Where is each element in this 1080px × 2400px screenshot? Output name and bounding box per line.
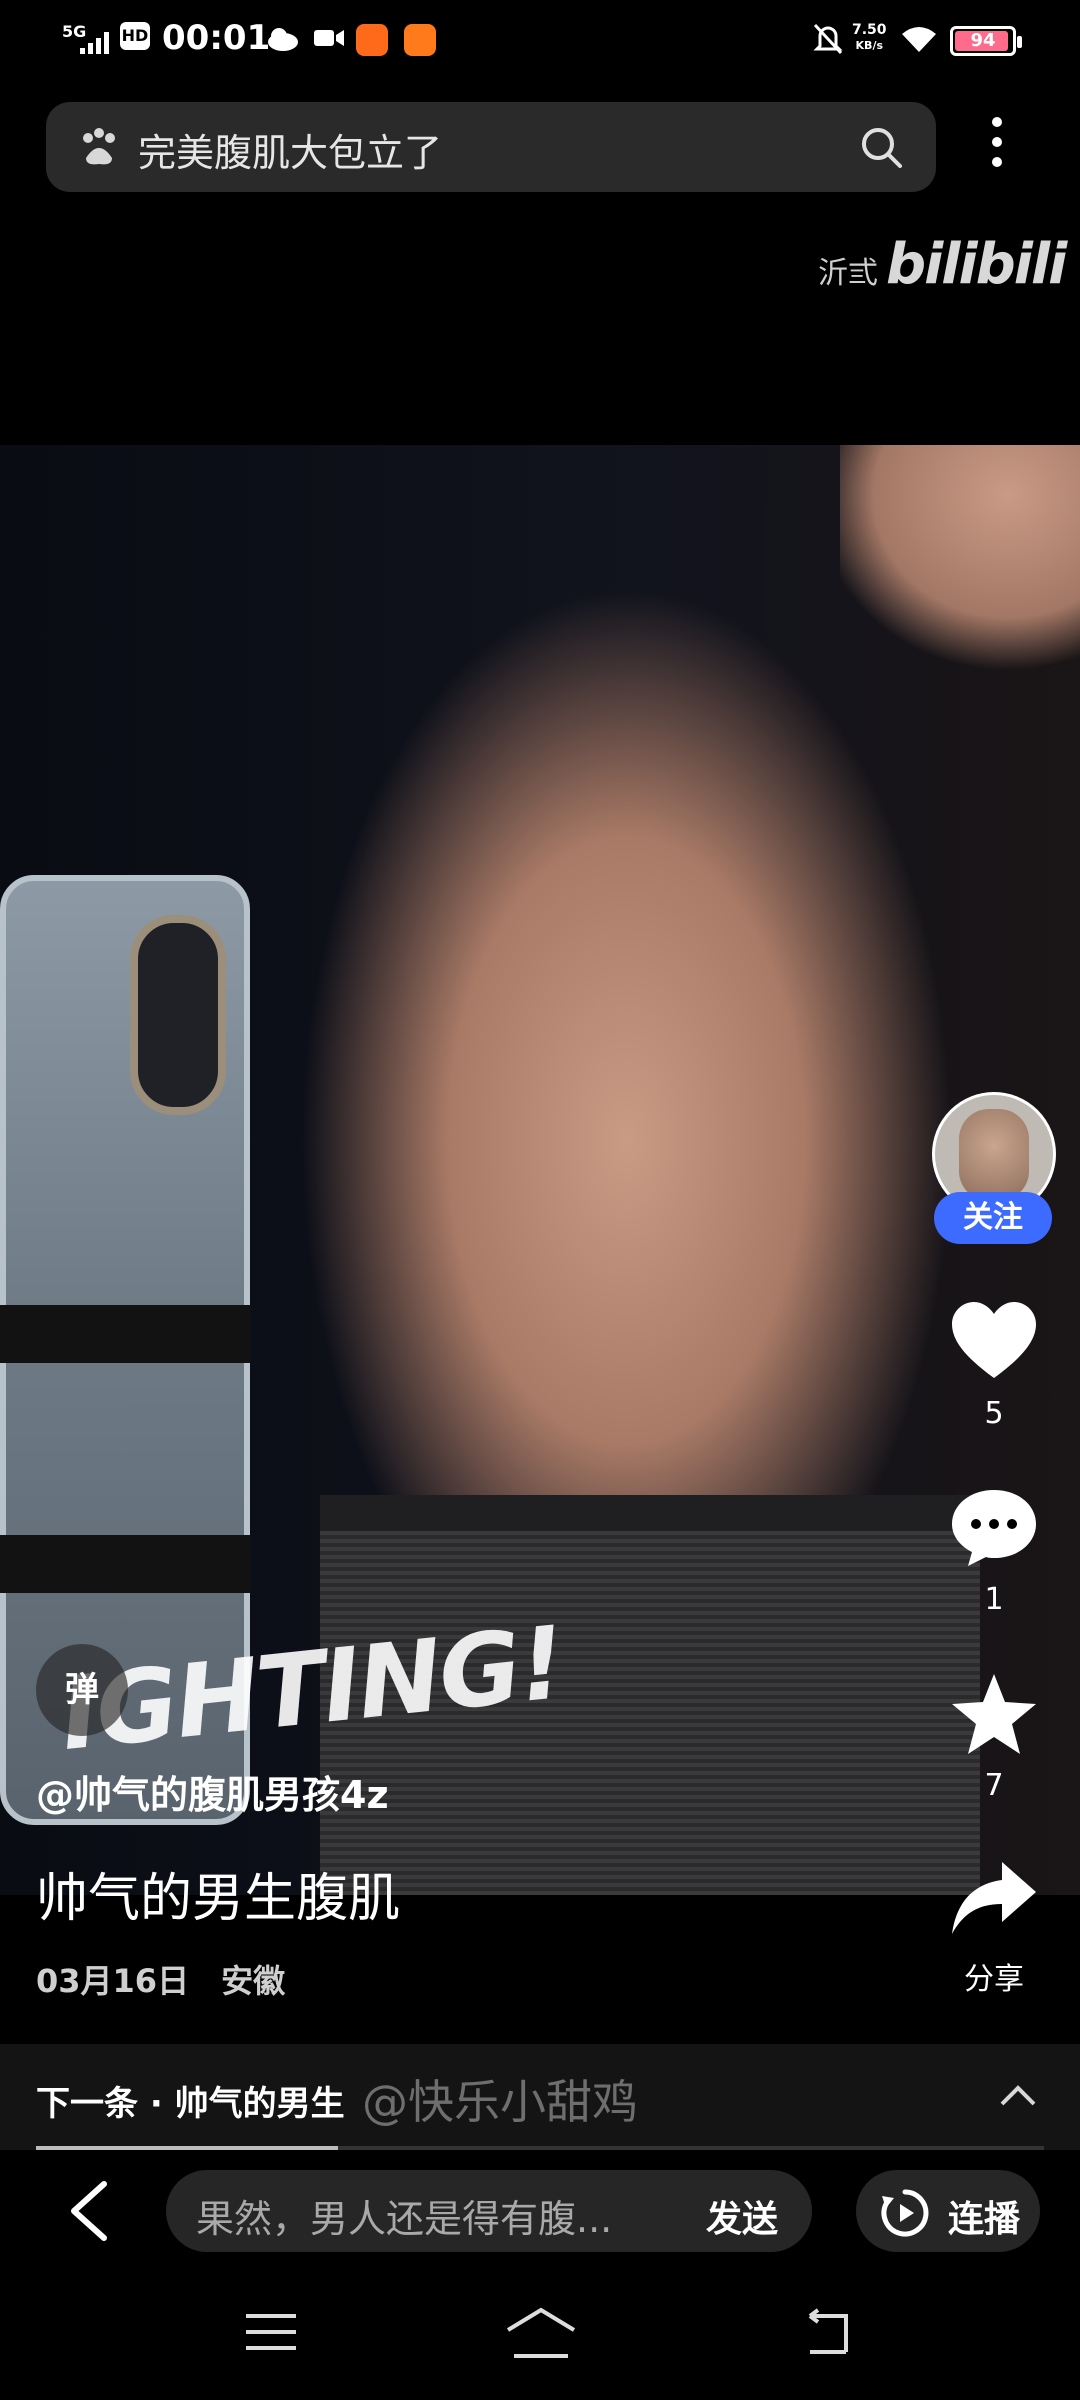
video-phone-clip [0, 1535, 250, 1593]
search-bar[interactable]: 完美腹肌大包立了 [46, 102, 936, 192]
paw-icon [83, 128, 115, 165]
mute-icon [813, 23, 843, 55]
video-watermark: 沂弎 bilibili [818, 232, 1067, 297]
next-video-watermark: @快乐小甜鸡 [362, 2075, 638, 2129]
video-progress-bar[interactable] [36, 2146, 1044, 2150]
app-notification-icon [404, 24, 436, 56]
battery-percent: 94 [970, 30, 996, 51]
battery-icon: 94 [950, 26, 1022, 56]
watermark-brand: bilibili [886, 232, 1067, 297]
author-name[interactable]: @帅气的腹肌男孩4z [36, 1764, 389, 1819]
network-speed: 7.50 KB/s [852, 22, 887, 54]
progress-fill [36, 2146, 339, 2150]
speed-unit: KB/s [855, 39, 884, 52]
follow-button[interactable]: 关注 [934, 1192, 1052, 1244]
heart-icon[interactable] [950, 1300, 1038, 1384]
next-video-label[interactable]: 下一条 · 帅气的男生 [36, 2076, 345, 2125]
share-label: 分享 [964, 1962, 1024, 1997]
speed-value: 7.50 [852, 22, 887, 38]
search-icon[interactable] [858, 124, 904, 170]
video-caption: 帅气的男生腹肌 [36, 1869, 401, 1929]
star-icon[interactable] [950, 1672, 1038, 1756]
send-button[interactable]: 发送 [706, 2190, 778, 2242]
wifi-icon [902, 27, 936, 52]
comment-input[interactable]: 果然，男人还是得有腹... 发送 [166, 2170, 812, 2252]
status-bar: 5G HD 00:01 7.50 KB/s 94 [0, 0, 1080, 80]
cloud-icon [268, 28, 298, 51]
autoplay-label: 连播 [948, 2199, 1021, 2240]
comment-icon[interactable] [950, 1486, 1038, 1570]
signal-icon [80, 32, 109, 54]
post-date: 03月16日 [36, 1962, 190, 2000]
video-call-icon [314, 30, 344, 46]
autoplay-button[interactable]: 连播 [856, 2170, 1040, 2252]
favorite-count: 7 [984, 1768, 1004, 1803]
battery-nub [1017, 36, 1022, 48]
next-video-bar[interactable]: 下一条 · 帅气的男生 @快乐小甜鸡 [0, 2044, 1080, 2150]
search-query[interactable]: 完美腹肌大包立了 [138, 122, 442, 177]
app-notification-icon [356, 24, 388, 56]
menu-icon[interactable] [244, 2312, 298, 2352]
video-meta: 03月16日 安徽 [36, 1956, 317, 2002]
chevron-up-icon[interactable] [998, 2080, 1038, 2110]
autoplay-icon [881, 2189, 929, 2237]
avatar-image [959, 1109, 1029, 1201]
video-phone-clip [0, 1305, 250, 1363]
clock: 00:01 [162, 18, 271, 58]
video-arm [840, 445, 1080, 695]
comment-placeholder: 果然，男人还是得有腹... [196, 2197, 613, 2241]
video-phone-camera [130, 915, 226, 1115]
like-count: 5 [984, 1396, 1004, 1431]
comment-count: 1 [984, 1582, 1004, 1617]
share-icon[interactable] [950, 1858, 1038, 1942]
back-icon[interactable] [66, 2180, 112, 2242]
nav-back-icon[interactable] [796, 2308, 852, 2356]
hd-badge: HD [120, 22, 150, 50]
more-icon[interactable] [985, 112, 1009, 172]
home-icon[interactable] [504, 2306, 578, 2360]
post-location: 安徽 [221, 1962, 286, 2000]
danmu-toggle-button[interactable]: 弹 [36, 1644, 128, 1736]
watermark-prefix: 沂弎 [818, 256, 878, 291]
